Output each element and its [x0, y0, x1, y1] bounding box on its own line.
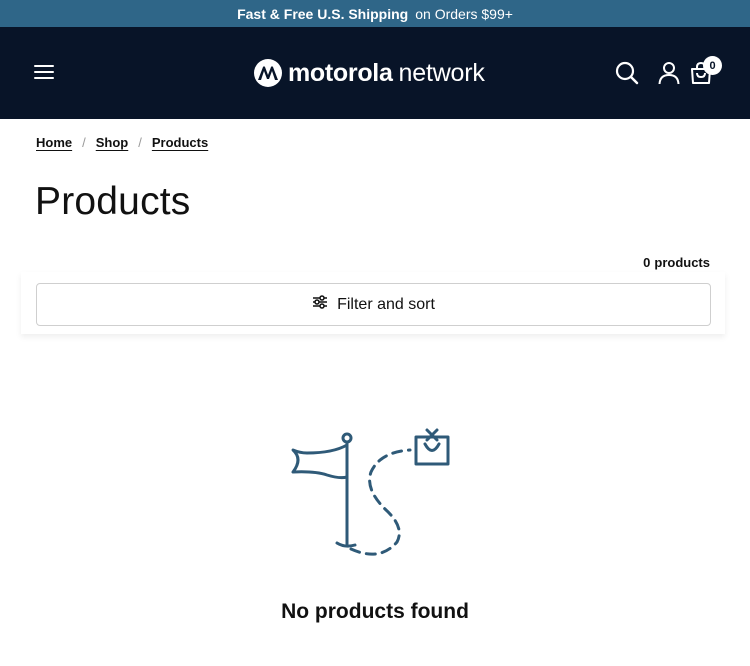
logo[interactable]: motorola network [254, 58, 485, 88]
product-count: 0 products [643, 255, 710, 270]
empty-state-illustration [285, 427, 455, 567]
sliders-icon [312, 295, 328, 314]
search-icon[interactable] [614, 60, 640, 86]
product-count-number: 0 [643, 255, 651, 270]
breadcrumb-separator: / [82, 135, 86, 150]
menu-icon[interactable] [34, 65, 54, 81]
filter-and-sort-label: Filter and sort [337, 295, 435, 313]
page-title: Products [35, 180, 191, 223]
flag-path-shopping-bag-icon [291, 428, 450, 556]
breadcrumb-shop-link[interactable]: Shop [96, 135, 129, 150]
filter-and-sort-button[interactable]: Filter and sort [36, 283, 711, 326]
logo-brand-text: motorola [288, 58, 393, 87]
announcement-text: on Orders $99+ [415, 5, 513, 22]
breadcrumb: Home / Shop / Products [36, 135, 208, 150]
product-count-unit: products [654, 255, 710, 270]
breadcrumb-products-link[interactable]: Products [152, 135, 208, 150]
breadcrumb-separator: / [138, 135, 142, 150]
breadcrumb-home-link[interactable]: Home [36, 135, 72, 150]
announcement-bar: Fast & Free U.S. Shipping on Orders $99+ [0, 0, 750, 27]
filter-bar: Filter and sort [21, 272, 725, 334]
site-header: motorola network 0 [0, 27, 750, 119]
empty-state-message: No products found [281, 600, 469, 623]
announcement-bold-text: Fast & Free U.S. Shipping [237, 5, 409, 22]
cart-count-badge[interactable]: 0 [703, 56, 722, 75]
account-icon[interactable] [656, 60, 682, 86]
motorola-batwing-icon [254, 59, 282, 87]
logo-sub-text: network [398, 58, 485, 87]
